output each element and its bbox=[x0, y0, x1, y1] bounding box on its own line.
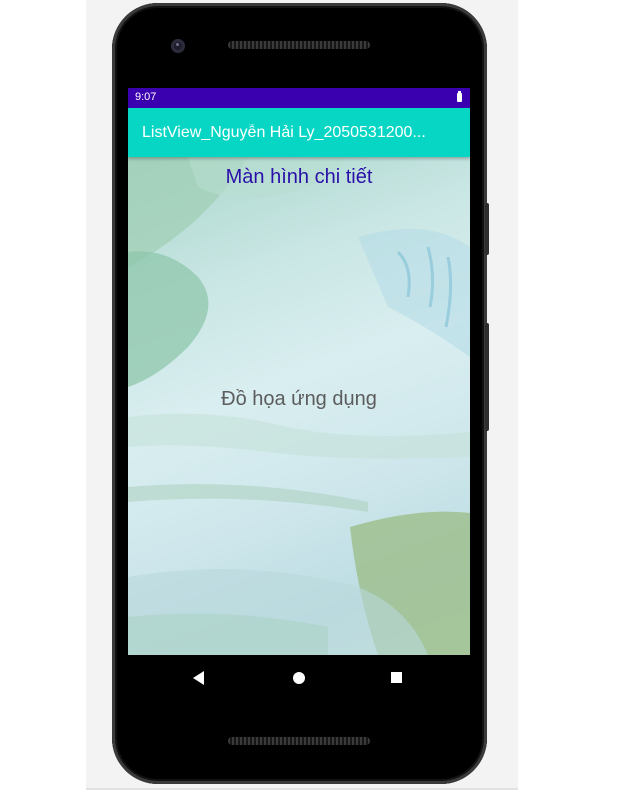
front-camera-icon bbox=[171, 39, 185, 53]
power-button bbox=[485, 203, 489, 255]
bottom-speaker-grille bbox=[228, 737, 370, 745]
back-triangle-icon[interactable] bbox=[193, 671, 204, 685]
detail-item-name: Đồ họa ứng dụng bbox=[221, 388, 377, 410]
emulator-divider bbox=[86, 788, 518, 790]
status-bar: 9:07 bbox=[128, 88, 470, 108]
detail-screen-content: Màn hình chi tiết Đồ họa ứng dụng bbox=[128, 157, 470, 655]
system-nav-bar bbox=[128, 655, 470, 701]
detail-heading: Màn hình chi tiết bbox=[225, 166, 373, 188]
app-title: ListView_Nguyễn Hải Ly_2050531200... bbox=[142, 124, 426, 141]
battery-icon bbox=[457, 91, 462, 102]
volume-button bbox=[485, 323, 489, 431]
status-time: 9:07 bbox=[135, 91, 157, 103]
top-speaker-grille bbox=[228, 41, 370, 49]
phone-device-frame: 9:07 ListView_Nguyễn Hải Ly_2050531200..… bbox=[112, 3, 489, 784]
phone-screen: 9:07 ListView_Nguyễn Hải Ly_2050531200..… bbox=[128, 88, 470, 655]
home-circle-icon[interactable] bbox=[293, 672, 305, 684]
app-bar: ListView_Nguyễn Hải Ly_2050531200... bbox=[128, 108, 470, 157]
recents-square-icon[interactable] bbox=[391, 672, 402, 683]
